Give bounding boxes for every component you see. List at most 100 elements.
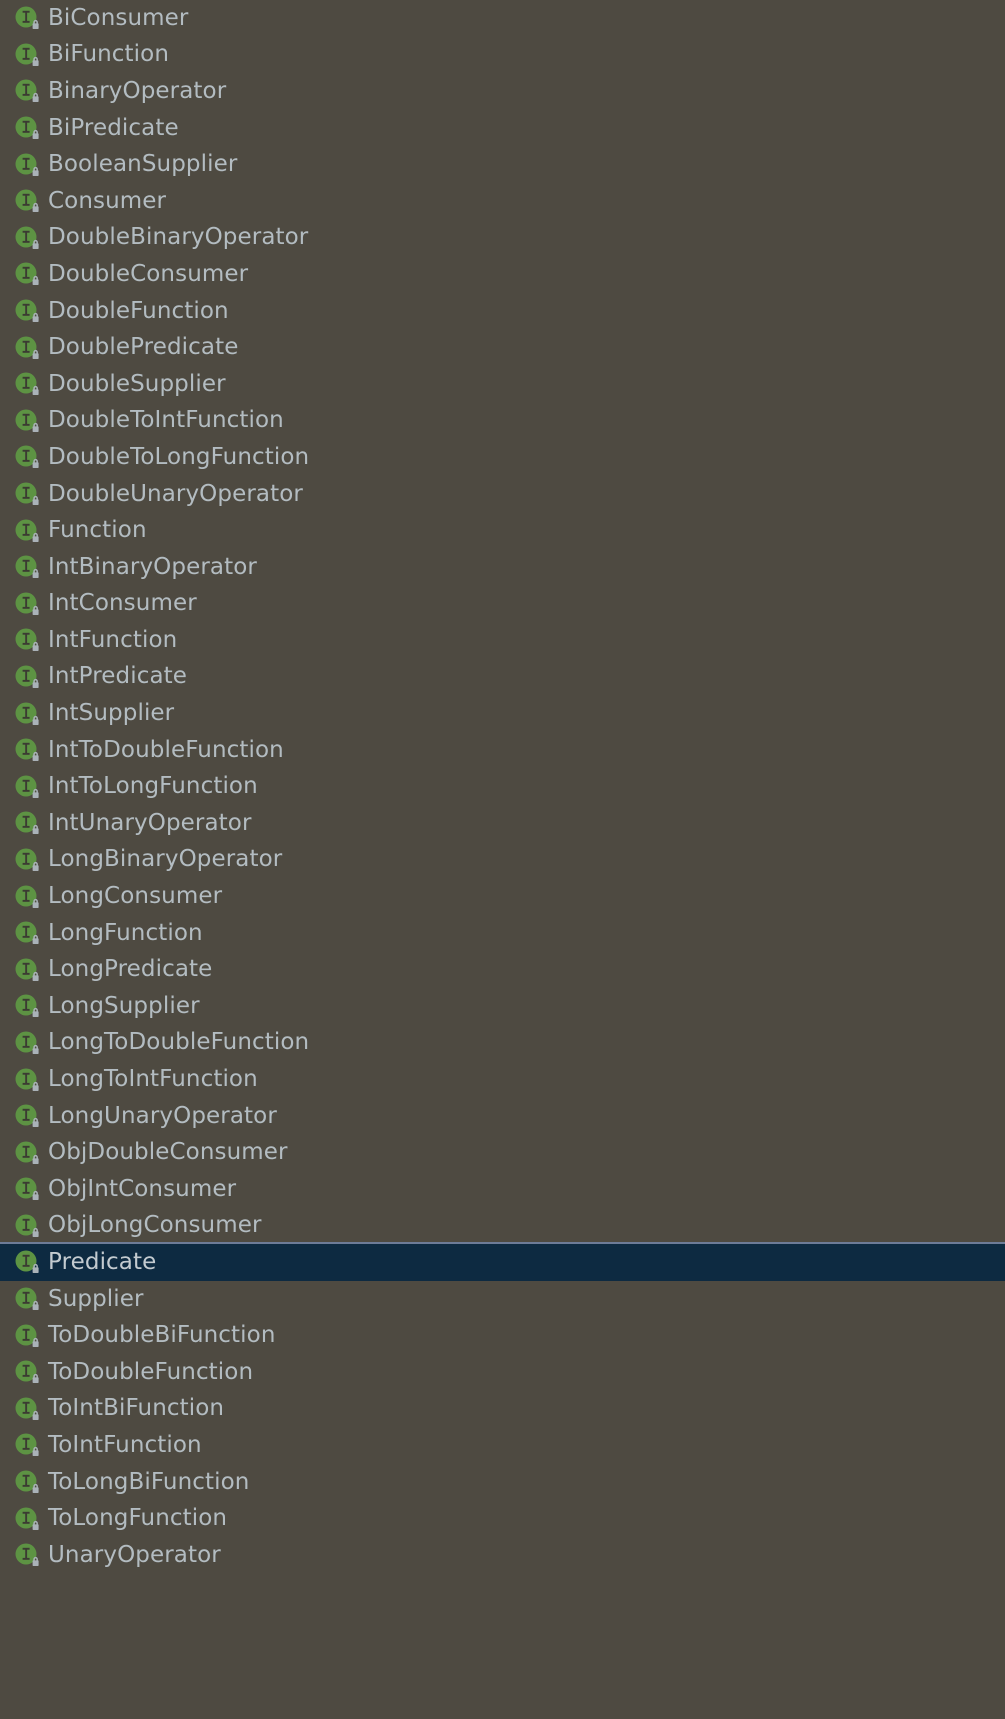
list-item[interactable]: LongSupplier bbox=[0, 988, 1005, 1025]
list-item[interactable]: LongToDoubleFunction bbox=[0, 1025, 1005, 1062]
list-item-label: Consumer bbox=[48, 187, 167, 214]
list-item[interactable]: DoubleUnaryOperator bbox=[0, 476, 1005, 513]
interface-icon bbox=[14, 1506, 40, 1532]
interface-icon bbox=[14, 1213, 40, 1239]
interface-icon bbox=[14, 1030, 40, 1056]
list-item[interactable]: DoubleBinaryOperator bbox=[0, 220, 1005, 257]
list-item[interactable]: IntToLongFunction bbox=[0, 768, 1005, 805]
list-item[interactable]: LongUnaryOperator bbox=[0, 1098, 1005, 1135]
list-item[interactable]: BiPredicate bbox=[0, 110, 1005, 147]
list-item-label: LongFunction bbox=[48, 919, 203, 946]
list-item[interactable]: Function bbox=[0, 512, 1005, 549]
list-item[interactable]: Consumer bbox=[0, 183, 1005, 220]
list-item[interactable]: BiFunction bbox=[0, 37, 1005, 74]
interface-completion-list[interactable]: BiConsumer BiFunction BinaryOperator BiPred… bbox=[0, 0, 1005, 1719]
list-item-label: Function bbox=[48, 517, 147, 544]
list-item[interactable]: ObjDoubleConsumer bbox=[0, 1134, 1005, 1171]
interface-icon bbox=[14, 1286, 40, 1312]
list-item[interactable]: IntToDoubleFunction bbox=[0, 732, 1005, 769]
interface-icon bbox=[14, 1542, 40, 1568]
list-item[interactable]: UnaryOperator bbox=[0, 1537, 1005, 1574]
list-item-label: IntPredicate bbox=[48, 663, 188, 690]
interface-icon bbox=[14, 152, 40, 178]
list-item-label: LongSupplier bbox=[48, 992, 200, 1019]
list-item[interactable]: LongConsumer bbox=[0, 878, 1005, 915]
interface-icon bbox=[14, 957, 40, 983]
interface-icon bbox=[14, 481, 40, 507]
list-item-label: ObjIntConsumer bbox=[48, 1175, 237, 1202]
list-item-label: IntFunction bbox=[48, 626, 178, 653]
interface-icon bbox=[14, 261, 40, 287]
list-item[interactable]: LongFunction bbox=[0, 915, 1005, 952]
list-item[interactable]: BooleanSupplier bbox=[0, 146, 1005, 183]
list-item-label: ObjDoubleConsumer bbox=[48, 1139, 288, 1166]
interface-icon bbox=[14, 591, 40, 617]
list-item-label: IntToLongFunction bbox=[48, 773, 258, 800]
list-item[interactable]: LongPredicate bbox=[0, 951, 1005, 988]
list-item[interactable]: ToDoubleBiFunction bbox=[0, 1317, 1005, 1354]
list-item-label: BinaryOperator bbox=[48, 77, 227, 104]
interface-icon bbox=[14, 774, 40, 800]
interface-icon bbox=[14, 1359, 40, 1385]
list-item[interactable]: LongBinaryOperator bbox=[0, 842, 1005, 879]
interface-icon bbox=[14, 1432, 40, 1458]
interface-icon bbox=[14, 444, 40, 470]
interface-icon bbox=[14, 1103, 40, 1129]
interface-icon bbox=[14, 884, 40, 910]
interface-icon bbox=[14, 1067, 40, 1093]
list-item[interactable]: ToLongBiFunction bbox=[0, 1464, 1005, 1501]
interface-icon bbox=[14, 298, 40, 324]
list-item-label: UnaryOperator bbox=[48, 1541, 221, 1568]
list-item-label: ToLongFunction bbox=[48, 1505, 228, 1532]
interface-icon bbox=[14, 737, 40, 763]
list-item[interactable]: DoubleToLongFunction bbox=[0, 439, 1005, 476]
list-item[interactable]: IntConsumer bbox=[0, 586, 1005, 623]
interface-icon bbox=[14, 78, 40, 104]
list-item-label: IntBinaryOperator bbox=[48, 553, 257, 580]
interface-icon bbox=[14, 847, 40, 873]
list-item-label: LongPredicate bbox=[48, 956, 213, 983]
list-item-label: IntSupplier bbox=[48, 700, 175, 727]
list-item[interactable]: DoubleSupplier bbox=[0, 366, 1005, 403]
list-item-label: ObjLongConsumer bbox=[48, 1212, 262, 1239]
list-item-label: Supplier bbox=[48, 1285, 144, 1312]
list-item[interactable]: ObjLongConsumer bbox=[0, 1208, 1005, 1245]
list-item[interactable]: LongToIntFunction bbox=[0, 1061, 1005, 1098]
list-item[interactable]: BinaryOperator bbox=[0, 73, 1005, 110]
list-item[interactable]: ToIntFunction bbox=[0, 1427, 1005, 1464]
list-item[interactable]: IntPredicate bbox=[0, 659, 1005, 696]
list-item-label: LongBinaryOperator bbox=[48, 846, 283, 873]
list-item[interactable]: BiConsumer bbox=[0, 0, 1005, 37]
interface-icon bbox=[14, 335, 40, 361]
list-item-label: IntConsumer bbox=[48, 590, 197, 617]
list-item[interactable]: IntFunction bbox=[0, 622, 1005, 659]
list-item[interactable]: DoubleConsumer bbox=[0, 256, 1005, 293]
list-item-label: LongToDoubleFunction bbox=[48, 1029, 310, 1056]
interface-icon bbox=[14, 518, 40, 544]
list-item[interactable]: ToDoubleFunction bbox=[0, 1354, 1005, 1391]
list-item[interactable]: IntBinaryOperator bbox=[0, 549, 1005, 586]
interface-icon bbox=[14, 1323, 40, 1349]
list-item[interactable]: Supplier bbox=[0, 1281, 1005, 1318]
list-item[interactable]: ToIntBiFunction bbox=[0, 1391, 1005, 1428]
interface-icon bbox=[14, 1469, 40, 1495]
list-item[interactable]: IntUnaryOperator bbox=[0, 805, 1005, 842]
list-item[interactable]: DoublePredicate bbox=[0, 329, 1005, 366]
list-item[interactable]: IntSupplier bbox=[0, 695, 1005, 732]
interface-icon bbox=[14, 1396, 40, 1422]
list-item-label: ToIntBiFunction bbox=[48, 1395, 225, 1422]
list-item[interactable]: ToLongFunction bbox=[0, 1500, 1005, 1537]
list-item[interactable]: DoubleFunction bbox=[0, 293, 1005, 330]
list-item[interactable]: ObjIntConsumer bbox=[0, 1171, 1005, 1208]
list-item-label: ToIntFunction bbox=[48, 1431, 202, 1458]
list-item-label: LongConsumer bbox=[48, 883, 223, 910]
interface-icon bbox=[14, 115, 40, 141]
list-item-label: DoublePredicate bbox=[48, 334, 239, 361]
list-item[interactable]: DoubleToIntFunction bbox=[0, 403, 1005, 440]
list-item-label: LongToIntFunction bbox=[48, 1066, 258, 1093]
list-item-selected[interactable]: Predicate bbox=[0, 1242, 1005, 1281]
list-item-label: DoubleSupplier bbox=[48, 370, 226, 397]
list-item-label: DoubleToLongFunction bbox=[48, 443, 310, 470]
interface-icon bbox=[14, 42, 40, 68]
interface-icon bbox=[14, 188, 40, 214]
